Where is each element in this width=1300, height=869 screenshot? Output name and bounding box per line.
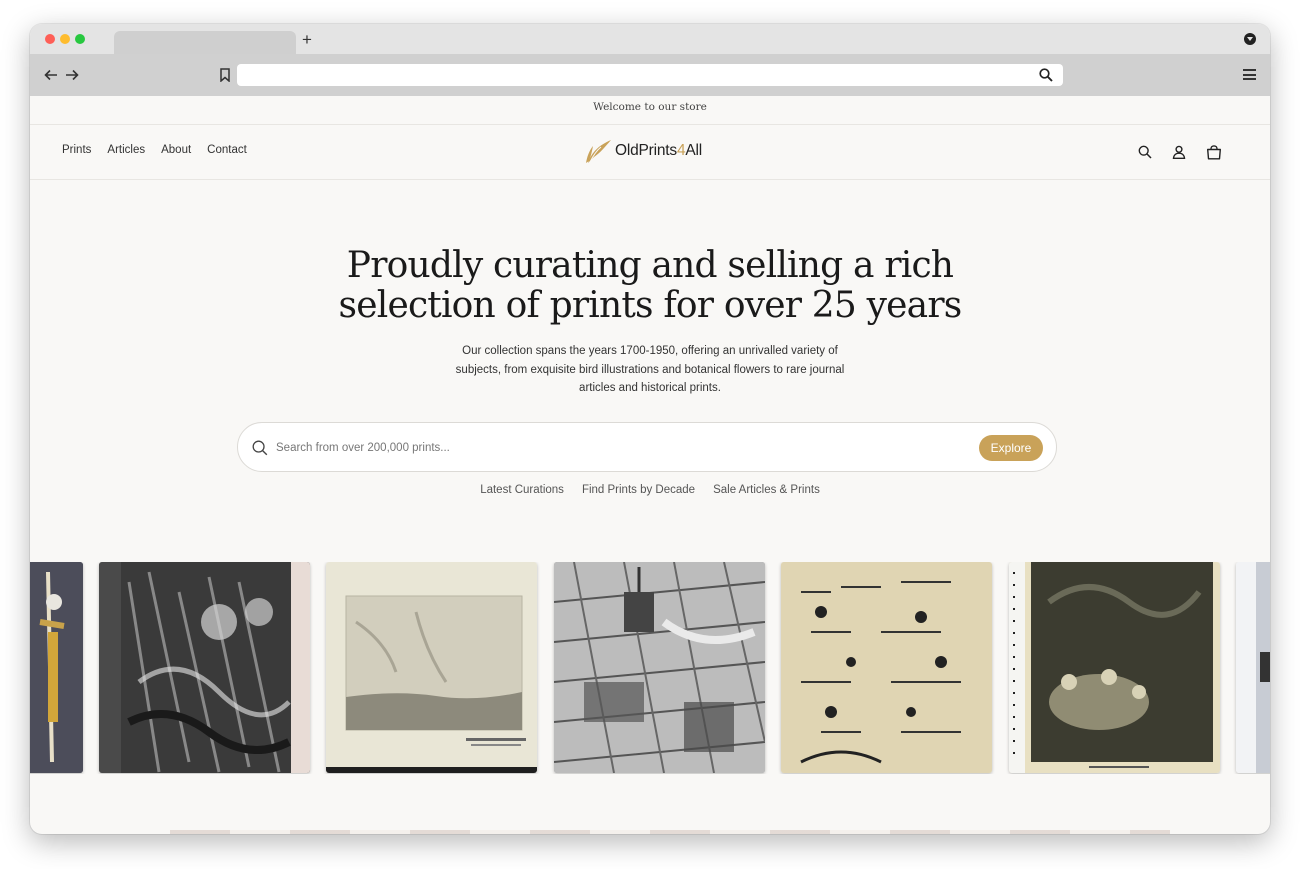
new-tab-button[interactable]: + (302, 30, 312, 50)
print-figure-sword-image (30, 562, 83, 773)
announcement-bar: Welcome to our store (30, 96, 1270, 125)
profile-dropdown-icon[interactable] (1244, 33, 1256, 45)
menu-icon[interactable] (1243, 69, 1256, 80)
gallery-card[interactable] (99, 562, 310, 773)
quick-links: Latest Curations Find Prints by Decade S… (30, 484, 1270, 496)
print-victorian-street-image (99, 562, 310, 773)
print-city-aerial-image (554, 562, 765, 773)
footer-strip (170, 830, 1170, 834)
nav-about[interactable]: About (161, 144, 191, 156)
forward-arrow-icon[interactable] (65, 68, 79, 82)
browser-window: + Welcome to our store Prints Articles A… (30, 24, 1270, 834)
explore-button[interactable]: Explore (979, 435, 1043, 461)
gallery-card[interactable] (1236, 562, 1270, 773)
gallery-card[interactable] (1009, 562, 1220, 773)
bookmark-icon[interactable] (219, 68, 231, 82)
gallery-card[interactable] (30, 562, 83, 773)
link-latest-curations[interactable]: Latest Curations (480, 484, 564, 496)
gallery-card[interactable] (554, 562, 765, 773)
print-gallery (30, 562, 1270, 774)
gallery-card[interactable] (326, 562, 537, 773)
search-icon[interactable] (1138, 145, 1152, 159)
tab-bar: + (30, 24, 1270, 54)
search-icon (252, 440, 268, 456)
hero-title: Proudly curating and selling a rich sele… (338, 245, 963, 326)
back-arrow-icon[interactable] (44, 68, 58, 82)
quill-logo-icon (586, 140, 611, 163)
site-header: Prints Articles About Contact OldPrints4… (30, 125, 1270, 180)
header-icons (1138, 145, 1222, 160)
print-cartoon-page-image (781, 562, 992, 773)
maximize-window-button[interactable] (75, 34, 85, 44)
print-partial-image (1236, 562, 1270, 773)
cart-icon[interactable] (1206, 145, 1222, 160)
search-icon[interactable] (1039, 68, 1053, 82)
browser-tab[interactable] (114, 31, 296, 54)
address-bar[interactable] (237, 64, 1063, 86)
nav-articles[interactable]: Articles (107, 144, 145, 156)
main-nav: Prints Articles About Contact (62, 144, 247, 156)
site-logo[interactable]: OldPrints4All (585, 138, 702, 164)
search-input[interactable] (276, 435, 966, 461)
nav-prints[interactable]: Prints (62, 144, 91, 156)
hero-description: Our collection spans the years 1700-1950… (455, 345, 845, 394)
account-icon[interactable] (1172, 145, 1186, 159)
close-window-button[interactable] (45, 34, 55, 44)
link-prints-by-decade[interactable]: Find Prints by Decade (582, 484, 695, 496)
gallery-card[interactable] (781, 562, 992, 773)
print-landscape-etching-image (326, 562, 537, 773)
logo-text: OldPrints4All (615, 142, 703, 159)
nav-contact[interactable]: Contact (207, 144, 247, 156)
browser-toolbar (30, 54, 1270, 96)
minimize-window-button[interactable] (60, 34, 70, 44)
print-forest-gathering-image (1009, 562, 1220, 773)
link-sale-articles[interactable]: Sale Articles & Prints (713, 484, 820, 496)
search-bar: Explore (237, 422, 1057, 472)
